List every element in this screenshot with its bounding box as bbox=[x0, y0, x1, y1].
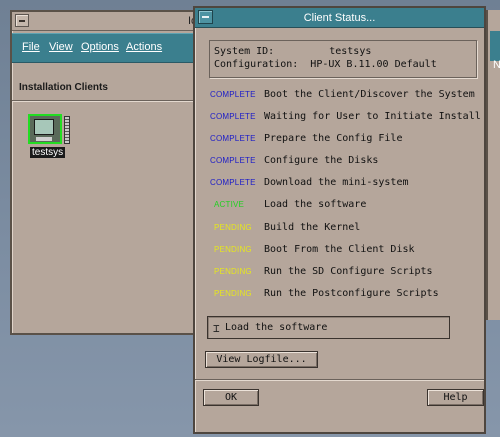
menu-file[interactable]: File bbox=[22, 41, 40, 53]
menu-options-label: Options bbox=[81, 41, 119, 53]
dialog-separator bbox=[195, 379, 484, 381]
text-cursor-icon: ⌶ bbox=[213, 322, 220, 335]
tower-icon bbox=[64, 116, 70, 144]
computer-base bbox=[36, 137, 52, 141]
system-id-row: System ID: testsys bbox=[214, 45, 476, 58]
installation-clients-window: Ic File View Options Actions Installatio… bbox=[10, 10, 197, 335]
task-row: COMPLETE Boot the Client/Discover the Sys… bbox=[195, 88, 486, 104]
help-button[interactable]: Help bbox=[427, 389, 484, 406]
current-task-text: Load the software bbox=[225, 322, 328, 333]
task-label: Build the Kernel bbox=[264, 222, 361, 233]
menu-actions-label: Actions bbox=[126, 41, 163, 53]
current-task-box: ⌶ Load the software bbox=[207, 316, 450, 339]
task-label: Boot From the Client Disk bbox=[264, 244, 415, 255]
dialog-title: Client Status... bbox=[303, 12, 376, 24]
background-window-edge: N bbox=[486, 10, 500, 320]
menu-view-label: View bbox=[49, 41, 73, 53]
background-menu-fragment: N bbox=[493, 59, 500, 71]
task-status: COMPLETE bbox=[210, 112, 256, 121]
section-title: Installation Clients bbox=[19, 82, 108, 93]
divider bbox=[12, 100, 194, 102]
task-label: Boot the Client/Discover the System bbox=[264, 89, 475, 100]
window-menu-button[interactable] bbox=[15, 14, 29, 27]
task-row: COMPLETE Download the mini-system bbox=[195, 176, 486, 192]
task-label: Prepare the Config File bbox=[264, 133, 403, 144]
configuration-label: Configuration: bbox=[214, 59, 299, 70]
client-item[interactable]: testsys bbox=[28, 114, 88, 174]
task-label: Run the Postconfigure Scripts bbox=[264, 288, 439, 299]
configuration-row: Configuration: HP-UX B.11.00 Default bbox=[214, 58, 476, 71]
configuration-value: HP-UX B.11.00 Default bbox=[310, 59, 437, 70]
system-id-value: testsys bbox=[329, 46, 372, 57]
menubar: File View Options Actions bbox=[12, 33, 194, 63]
background-menubar: N bbox=[490, 31, 500, 71]
task-label: Load the software bbox=[264, 199, 367, 210]
task-row: COMPLETE Prepare the Config File bbox=[195, 132, 486, 148]
menu-file-label: File bbox=[22, 41, 40, 53]
task-row: PENDING Build the Kernel bbox=[195, 221, 486, 237]
computer-icon[interactable] bbox=[28, 114, 62, 144]
task-row: COMPLETE Configure the Disks bbox=[195, 154, 486, 170]
task-row: PENDING Run the SD Configure Scripts bbox=[195, 265, 486, 281]
task-row: PENDING Boot From the Client Disk bbox=[195, 243, 486, 259]
menu-options[interactable]: Options bbox=[81, 41, 119, 53]
task-row: COMPLETE Waiting for User to Initiate Ins… bbox=[195, 110, 486, 126]
task-status: COMPLETE bbox=[210, 134, 256, 143]
task-label: Run the SD Configure Scripts bbox=[264, 266, 433, 277]
task-label: Download the mini-system bbox=[264, 177, 409, 188]
system-info-box: System ID: testsys Configuration: HP-UX B.… bbox=[209, 40, 477, 78]
task-row: PENDING Run the Postconfigure Scripts bbox=[195, 287, 486, 303]
task-label: Configure the Disks bbox=[264, 155, 379, 166]
task-status: COMPLETE bbox=[210, 156, 256, 165]
client-status-dialog: Client Status... System ID: testsys Confi… bbox=[193, 6, 486, 434]
task-status: COMPLETE bbox=[210, 178, 256, 187]
dialog-titlebar[interactable]: Client Status... bbox=[195, 8, 484, 28]
computer-screen bbox=[34, 119, 54, 135]
view-logfile-button[interactable]: View Logfile... bbox=[205, 351, 318, 368]
window-titlebar[interactable]: Ic bbox=[12, 12, 197, 31]
ok-button[interactable]: OK bbox=[203, 389, 259, 406]
task-label: Waiting for User to Initiate Install bbox=[264, 111, 481, 122]
system-id-label: System ID: bbox=[214, 46, 275, 57]
task-status: COMPLETE bbox=[210, 90, 256, 99]
task-row: ACTIVE Load the software bbox=[195, 198, 486, 214]
menu-actions[interactable]: Actions bbox=[126, 41, 162, 53]
menu-view[interactable]: View bbox=[49, 41, 73, 53]
client-label[interactable]: testsys bbox=[30, 147, 66, 158]
